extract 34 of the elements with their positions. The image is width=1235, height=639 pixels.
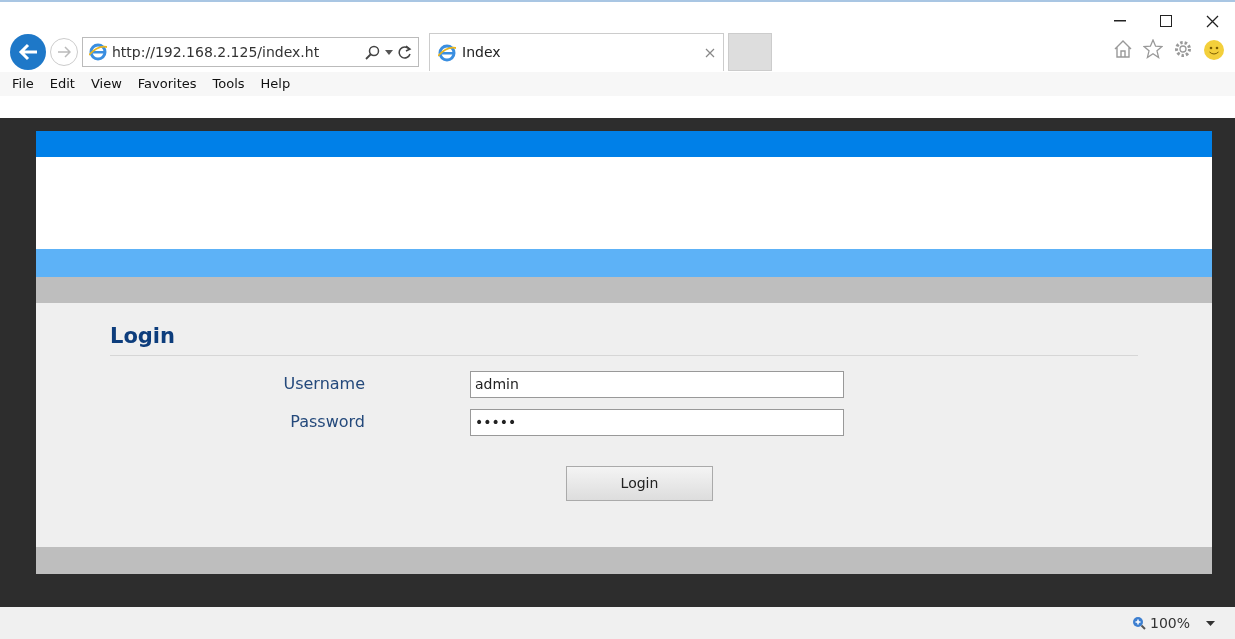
field-label: Username bbox=[282, 373, 366, 395]
menu-item[interactable]: Favorites bbox=[129, 74, 205, 94]
menu-item[interactable]: View bbox=[82, 74, 130, 94]
address-bar[interactable]: http://192.168.2.125/index.ht bbox=[82, 37, 419, 67]
close-tab-icon[interactable] bbox=[705, 47, 715, 58]
field-label: Password bbox=[289, 411, 366, 433]
star-icon[interactable] bbox=[1143, 39, 1163, 59]
browser-tab[interactable]: Index bbox=[429, 33, 724, 71]
login-title: Login bbox=[110, 321, 1138, 356]
forward-arrow-icon bbox=[57, 46, 71, 58]
back-button[interactable] bbox=[10, 34, 46, 70]
maximize-icon bbox=[1160, 15, 1172, 27]
dropdown-caret-icon[interactable] bbox=[385, 49, 393, 55]
menu-item[interactable]: File bbox=[4, 74, 42, 94]
smiley-icon[interactable] bbox=[1203, 39, 1225, 61]
zoom-button[interactable]: 100% bbox=[1131, 612, 1190, 634]
close-icon bbox=[1205, 14, 1219, 28]
zoom-icon bbox=[1131, 616, 1146, 630]
dropdown-caret-icon[interactable] bbox=[1206, 620, 1215, 626]
settings-icon[interactable] bbox=[1173, 39, 1193, 59]
back-arrow-icon bbox=[18, 43, 38, 61]
input-field[interactable]: ••••• bbox=[470, 408, 844, 436]
menu-item[interactable]: Edit bbox=[41, 74, 83, 94]
home-icon[interactable] bbox=[1113, 39, 1133, 59]
menu-item[interactable]: Help bbox=[252, 74, 299, 94]
input-field[interactable]: admin bbox=[470, 370, 844, 398]
minimize-icon bbox=[1114, 20, 1126, 22]
tab-title: Index bbox=[462, 43, 502, 62]
menu-item[interactable]: Tools bbox=[204, 74, 253, 94]
browser-logo-icon bbox=[438, 43, 456, 62]
login-button[interactable]: Login bbox=[566, 465, 713, 501]
refresh-icon[interactable] bbox=[398, 45, 412, 59]
search-icon[interactable] bbox=[365, 44, 380, 60]
browser-logo-icon bbox=[89, 43, 107, 61]
